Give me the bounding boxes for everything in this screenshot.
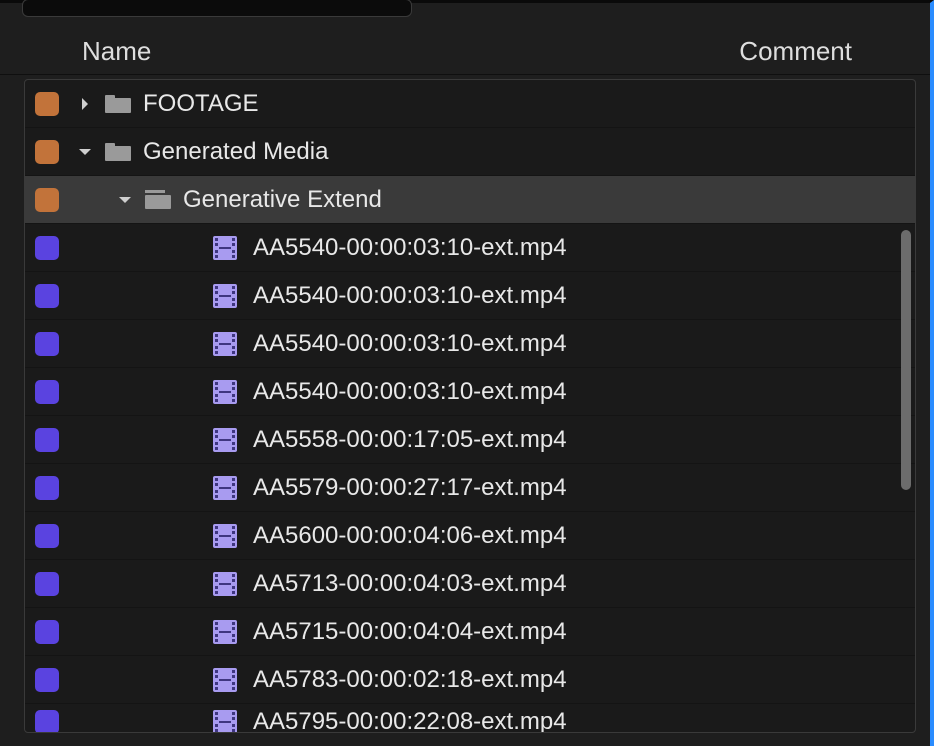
clip-name[interactable]: AA5540-00:00:03:10-ext.mp4: [253, 330, 567, 358]
clip-row[interactable]: AA5715-00:00:04:04-ext.mp4: [25, 608, 915, 656]
panel-toolbar: [0, 0, 930, 29]
label-color-swatch[interactable]: [35, 92, 59, 116]
bin-name[interactable]: FOOTAGE: [143, 90, 259, 118]
bin-name[interactable]: Generative Extend: [183, 186, 382, 214]
label-color-swatch[interactable]: [35, 140, 59, 164]
label-color-swatch[interactable]: [35, 428, 59, 452]
clip-row[interactable]: AA5600-00:00:04:06-ext.mp4: [25, 512, 915, 560]
label-color-swatch[interactable]: [35, 668, 59, 692]
video-clip-icon: [213, 524, 237, 548]
folder-icon: [105, 94, 131, 114]
label-color-swatch[interactable]: [35, 710, 59, 734]
label-color-swatch[interactable]: [35, 476, 59, 500]
clip-row[interactable]: AA5540-00:00:03:10-ext.mp4: [25, 368, 915, 416]
clip-row[interactable]: AA5540-00:00:03:10-ext.mp4: [25, 320, 915, 368]
label-color-swatch[interactable]: [35, 620, 59, 644]
clip-row[interactable]: AA5540-00:00:03:10-ext.mp4: [25, 272, 915, 320]
search-input[interactable]: [22, 0, 412, 17]
video-clip-icon: [213, 572, 237, 596]
clip-name[interactable]: AA5558-00:00:17:05-ext.mp4: [253, 426, 567, 454]
clip-row[interactable]: AA5783-00:00:02:18-ext.mp4: [25, 656, 915, 704]
video-clip-icon: [213, 380, 237, 404]
project-panel: Name Comment FOOTAGE Generated Media Gener…: [0, 0, 934, 746]
chevron-down-icon[interactable]: [109, 192, 141, 208]
label-color-swatch[interactable]: [35, 524, 59, 548]
scrollbar-thumb[interactable]: [901, 230, 911, 490]
clip-name[interactable]: AA5795-00:00:22:08-ext.mp4: [253, 708, 567, 734]
chevron-right-icon[interactable]: [69, 96, 101, 112]
bin-name[interactable]: Generated Media: [143, 138, 328, 166]
bin-row[interactable]: Generative Extend: [25, 176, 915, 224]
bin-row[interactable]: Generated Media: [25, 128, 915, 176]
bin-row[interactable]: FOOTAGE: [25, 80, 915, 128]
clip-name[interactable]: AA5783-00:00:02:18-ext.mp4: [253, 666, 567, 694]
label-color-swatch[interactable]: [35, 188, 59, 212]
video-clip-icon: [213, 668, 237, 692]
chevron-down-icon[interactable]: [69, 144, 101, 160]
label-color-swatch[interactable]: [35, 332, 59, 356]
label-color-swatch[interactable]: [35, 284, 59, 308]
video-clip-icon: [213, 284, 237, 308]
clip-row[interactable]: AA5540-00:00:03:10-ext.mp4: [25, 224, 915, 272]
video-clip-icon: [213, 620, 237, 644]
video-clip-icon: [213, 236, 237, 260]
clip-name[interactable]: AA5540-00:00:03:10-ext.mp4: [253, 378, 567, 406]
label-color-swatch[interactable]: [35, 572, 59, 596]
video-clip-icon: [213, 332, 237, 356]
clip-row[interactable]: AA5795-00:00:22:08-ext.mp4: [25, 704, 915, 733]
clip-row[interactable]: AA5579-00:00:27:17-ext.mp4: [25, 464, 915, 512]
video-clip-icon: [213, 476, 237, 500]
clip-row[interactable]: AA5558-00:00:17:05-ext.mp4: [25, 416, 915, 464]
folder-icon: [105, 142, 131, 162]
label-color-swatch[interactable]: [35, 236, 59, 260]
project-item-list: FOOTAGE Generated Media Generative Extend A…: [24, 79, 916, 733]
clip-name[interactable]: AA5540-00:00:03:10-ext.mp4: [253, 282, 567, 310]
column-header-comment[interactable]: Comment: [739, 36, 852, 67]
video-clip-icon: [213, 428, 237, 452]
clip-row[interactable]: AA5713-00:00:04:03-ext.mp4: [25, 560, 915, 608]
column-header-name[interactable]: Name: [82, 36, 739, 67]
label-color-swatch[interactable]: [35, 380, 59, 404]
clip-name[interactable]: AA5715-00:00:04:04-ext.mp4: [253, 618, 567, 646]
folder-icon: [145, 190, 171, 210]
clip-name[interactable]: AA5713-00:00:04:03-ext.mp4: [253, 570, 567, 598]
clip-name[interactable]: AA5600-00:00:04:06-ext.mp4: [253, 522, 567, 550]
video-clip-icon: [213, 710, 237, 734]
clip-name[interactable]: AA5579-00:00:27:17-ext.mp4: [253, 474, 567, 502]
clip-name[interactable]: AA5540-00:00:03:10-ext.mp4: [253, 234, 567, 262]
column-header-row: Name Comment: [0, 29, 930, 75]
